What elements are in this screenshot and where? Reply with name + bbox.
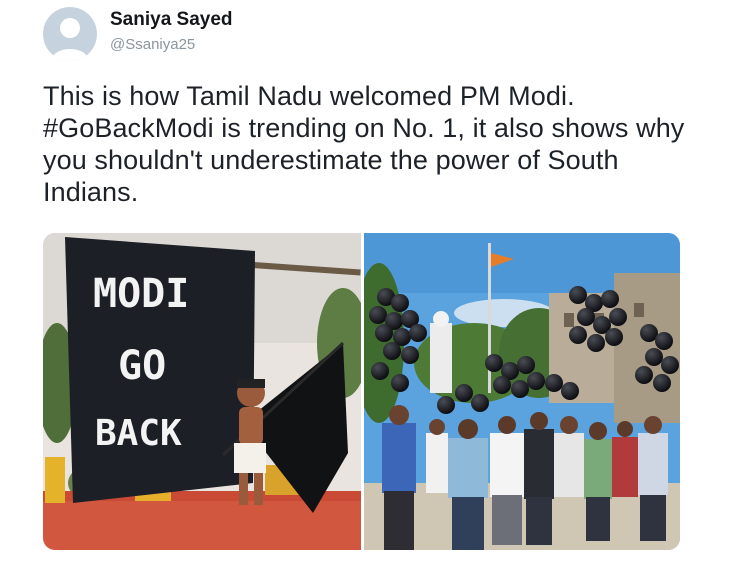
author-handle[interactable]: @Ssaniya25 [110,36,195,53]
tweet-text: This is how Tamil Nadu welcomed PM Modi.… [43,81,685,207]
photo-child-with-banner: MODI GO BACK [43,233,361,550]
tweet-photo-banner[interactable]: MODI GO BACK [43,233,361,550]
tweet-photo-protest[interactable] [364,233,680,550]
photo-crowd-with-balloons [364,233,680,550]
banner-line-1: MODI [93,271,189,317]
tweet: Saniya Sayed @Ssaniya25 This is how Tami… [0,0,750,563]
author-display-name[interactable]: Saniya Sayed [110,9,233,31]
default-profile-icon [51,18,89,61]
banner-line-2: GO [118,343,166,389]
avatar[interactable] [43,7,97,61]
banner-line-3: BACK [95,413,182,454]
